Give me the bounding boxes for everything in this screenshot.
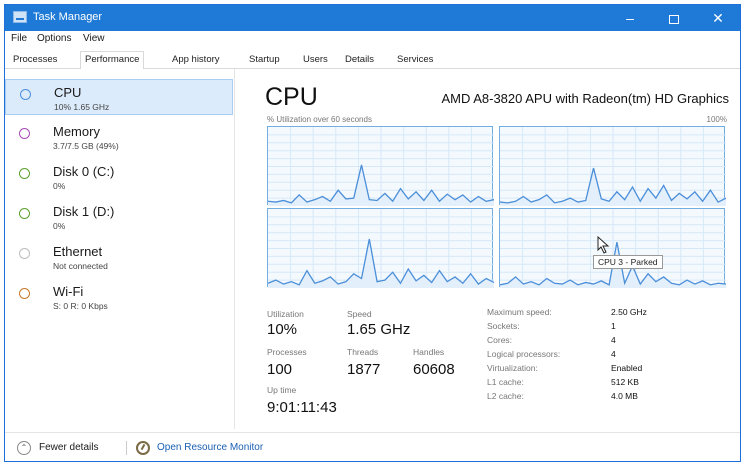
cpu-graph-1[interactable] [499, 126, 726, 206]
l2-cache-value: 4.0 MB [611, 391, 638, 401]
memory-circle-icon [19, 128, 30, 139]
processes-label: Processes [267, 347, 307, 357]
cores-value: 4 [611, 335, 616, 345]
uptime-value: 9:01:11:43 [267, 399, 337, 416]
utilization-value: 10% [267, 321, 298, 338]
sockets-label: Sockets: [487, 321, 520, 331]
utilization-max: 100% [706, 115, 727, 124]
sidebar-item-sub: 3.7/7.5 GB (49%) [53, 141, 119, 151]
cpu-graph-0[interactable] [267, 126, 494, 206]
logical-processors-value: 4 [611, 349, 616, 359]
speed-value: 1.65 GHz [347, 321, 411, 338]
sockets-value: 1 [611, 321, 616, 331]
menu-options[interactable]: Options [37, 33, 71, 44]
handles-label: Handles [413, 347, 445, 357]
sidebar-item-wifi[interactable]: Wi-Fi S: 0 R: 0 Kbps [5, 279, 233, 315]
sidebar-item-label: Disk 1 (D:) [53, 204, 115, 219]
tab-details[interactable]: Details [341, 52, 378, 69]
tab-bar: Processes Performance App history Startu… [5, 49, 740, 70]
ethernet-circle-icon [19, 248, 30, 259]
close-button[interactable]: ✕ [696, 5, 740, 31]
sidebar-item-sub: 10% 1.65 GHz [54, 102, 110, 112]
utilization-caption: % Utilization over 60 seconds [267, 115, 372, 124]
l1-cache-value: 512 KB [611, 377, 639, 387]
menu-view[interactable]: View [83, 33, 105, 44]
sidebar-item-label: Ethernet [53, 244, 103, 259]
footer-bar: ⌃ Fewer details Open Resource Monitor [5, 432, 740, 461]
graph-tooltip: CPU 3 - Parked [593, 255, 663, 269]
sidebar-item-cpu[interactable]: CPU 10% 1.65 GHz [5, 79, 233, 115]
title-bar[interactable]: Task Manager – ✕ [5, 5, 740, 31]
sidebar-item-memory[interactable]: Memory 3.7/7.5 GB (49%) [5, 119, 233, 155]
performance-panel: CPU AMD A8-3820 APU with Radeon(tm) HD G… [237, 69, 740, 429]
uptime-label: Up time [267, 385, 297, 395]
disk-circle-icon [19, 168, 30, 179]
tab-app-history[interactable]: App history [168, 52, 224, 69]
virtualization-value: Enabled [611, 363, 643, 373]
menu-bar: File Options View [5, 31, 740, 47]
logical-processors-label: Logical processors: [487, 349, 561, 359]
threads-label: Threads [347, 347, 379, 357]
performance-sidebar: CPU 10% 1.65 GHz Memory 3.7/7.5 GB (49%)… [5, 69, 235, 429]
threads-value: 1877 [347, 361, 381, 378]
menu-file[interactable]: File [11, 33, 27, 44]
cores-label: Cores: [487, 335, 513, 345]
sidebar-item-label: Disk 0 (C:) [53, 164, 115, 179]
wifi-circle-icon [19, 288, 30, 299]
utilization-label: Utilization [267, 309, 304, 319]
max-speed-value: 2.50 GHz [611, 307, 647, 317]
tab-processes[interactable]: Processes [9, 52, 61, 69]
tab-startup[interactable]: Startup [245, 52, 284, 69]
handles-value: 60608 [413, 361, 455, 378]
chevron-up-icon[interactable]: ⌃ [17, 441, 31, 455]
mouse-cursor-icon [597, 236, 610, 254]
tab-services[interactable]: Services [393, 52, 437, 69]
resource-monitor-icon[interactable] [136, 441, 150, 455]
footer-divider [126, 441, 127, 455]
sidebar-item-sub: Not connected [53, 261, 108, 271]
sidebar-item-label: Memory [53, 124, 100, 139]
tab-users[interactable]: Users [299, 52, 332, 69]
sidebar-item-disk1[interactable]: Disk 1 (D:) 0% [5, 199, 233, 235]
task-manager-window: Task Manager – ✕ File Options View Proce… [4, 4, 741, 462]
l1-cache-label: L1 cache: [487, 377, 524, 387]
tab-performance[interactable]: Performance [80, 51, 145, 70]
task-manager-icon [13, 11, 27, 23]
max-speed-label: Maximum speed: [487, 307, 552, 317]
disk-circle-icon [19, 208, 30, 219]
cpu-graph-3[interactable] [499, 208, 726, 288]
l2-cache-label: L2 cache: [487, 391, 524, 401]
sidebar-item-label: Wi-Fi [53, 284, 84, 299]
sidebar-item-label: CPU [54, 85, 82, 100]
speed-label: Speed [347, 309, 372, 319]
sidebar-item-ethernet[interactable]: Ethernet Not connected [5, 239, 233, 275]
sidebar-item-sub: 0% [53, 181, 66, 191]
processes-value: 100 [267, 361, 293, 378]
cpu-model: AMD A8-3820 APU with Radeon(tm) HD Graph… [441, 91, 729, 106]
window-title: Task Manager [33, 11, 103, 23]
sidebar-item-sub: 0% [53, 221, 66, 231]
cpu-circle-icon [20, 89, 31, 100]
fewer-details-button[interactable]: Fewer details [39, 442, 98, 453]
sidebar-item-disk0[interactable]: Disk 0 (C:) 0% [5, 159, 233, 195]
maximize-button[interactable] [652, 5, 696, 31]
minimize-button[interactable]: – [608, 5, 652, 31]
page-title: CPU [265, 83, 318, 111]
open-resource-monitor-link[interactable]: Open Resource Monitor [157, 442, 263, 453]
cpu-graph-2[interactable] [267, 208, 494, 288]
virtualization-label: Virtualization: [487, 363, 538, 373]
sidebar-item-sub: S: 0 R: 0 Kbps [53, 301, 108, 311]
maximize-icon [669, 14, 679, 24]
